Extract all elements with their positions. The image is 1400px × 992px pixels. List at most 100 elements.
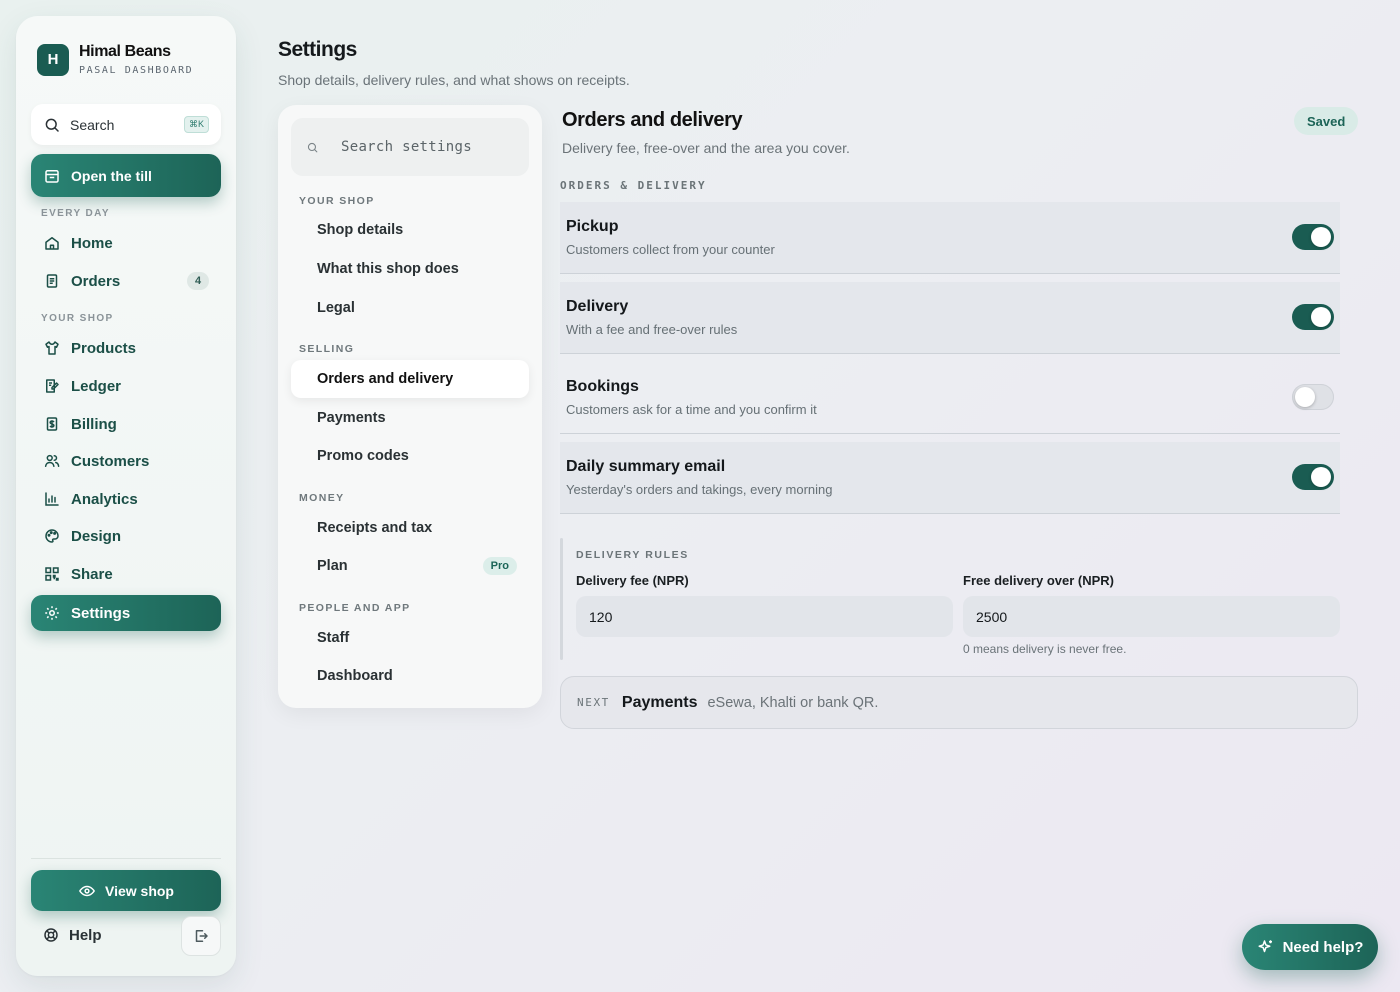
lifebuoy-icon bbox=[42, 926, 60, 944]
receipt-icon bbox=[43, 272, 61, 290]
orders-count-badge: 4 bbox=[187, 272, 209, 290]
toggle-knob bbox=[1311, 307, 1331, 327]
toggle-title: Pickup bbox=[566, 218, 619, 235]
sidebar-item-billing[interactable]: Billing bbox=[31, 406, 221, 442]
toggle-title: Daily summary email bbox=[566, 458, 726, 475]
settings-search-input[interactable]: Search settings bbox=[291, 118, 529, 176]
open-till-button[interactable]: Open the till bbox=[31, 154, 221, 197]
toggle-row-pickup: Pickup Customers collect from your count… bbox=[560, 202, 1340, 274]
settings-nav: Search settings YOUR SHOP Shop details W… bbox=[278, 105, 542, 708]
sidebar-item-settings[interactable]: Settings bbox=[31, 595, 221, 631]
next-title: Payments bbox=[621, 693, 698, 711]
delivery-fee-input[interactable] bbox=[576, 596, 953, 637]
settings-item-label: Staff bbox=[317, 630, 350, 646]
sidebar-item-design[interactable]: Design bbox=[31, 518, 221, 554]
help-link[interactable]: Help bbox=[42, 926, 102, 944]
settings-item-plan[interactable]: Plan Pro bbox=[291, 547, 529, 585]
eye-icon bbox=[78, 882, 96, 900]
sidebar-item-label: Orders bbox=[71, 272, 121, 290]
free-delivery-label: Free delivery over (NPR) bbox=[963, 573, 1115, 588]
sidebar-item-customers[interactable]: Customers bbox=[31, 443, 221, 479]
sparkle-icon bbox=[1257, 938, 1275, 956]
rules-accent-bar bbox=[560, 538, 563, 660]
settings-item-payments[interactable]: Payments bbox=[291, 399, 529, 437]
sidebar-item-home[interactable]: Home bbox=[31, 225, 221, 261]
brand-subtitle: PASAL DASHBOARD bbox=[79, 65, 194, 76]
daily-summary-toggle[interactable] bbox=[1292, 464, 1334, 490]
sidebar-item-label: Customers bbox=[71, 452, 150, 470]
toggle-row-delivery: Delivery With a fee and free-over rules bbox=[560, 282, 1340, 354]
register-icon bbox=[43, 167, 61, 185]
pickup-toggle[interactable] bbox=[1292, 224, 1334, 250]
delivery-toggle[interactable] bbox=[1292, 304, 1334, 330]
status-badge: Saved bbox=[1294, 107, 1359, 135]
settings-item-promo-codes[interactable]: Promo codes bbox=[291, 437, 529, 475]
view-shop-label: View shop bbox=[105, 882, 174, 899]
brand[interactable]: H Himal Beans PASAL DASHBOARD bbox=[37, 43, 193, 76]
settings-item-label: Orders and delivery bbox=[317, 371, 454, 387]
sidebar-item-label: Settings bbox=[71, 604, 131, 622]
toggle-title: Bookings bbox=[566, 378, 639, 395]
toggle-row-daily-summary-email: Daily summary email Yesterday's orders a… bbox=[560, 442, 1340, 514]
settings-item-label: Shop details bbox=[317, 222, 404, 238]
sidebar-search[interactable]: Search ⌘K bbox=[31, 104, 221, 145]
sidebar-item-ledger[interactable]: Ledger bbox=[31, 368, 221, 404]
settings-search-placeholder: Search settings bbox=[341, 139, 472, 155]
shirt-icon bbox=[43, 339, 61, 357]
palette-icon bbox=[43, 527, 61, 545]
next-section-card[interactable]: NEXT Payments eSewa, Khalti or bank QR. bbox=[560, 676, 1358, 729]
need-help-button[interactable]: Need help? bbox=[1242, 924, 1378, 970]
logout-icon bbox=[192, 927, 210, 945]
open-till-label: Open the till bbox=[71, 167, 152, 184]
sidebar-item-products[interactable]: Products bbox=[31, 330, 221, 366]
toggle-description: With a fee and free-over rules bbox=[566, 322, 738, 337]
section-your-shop: YOUR SHOP bbox=[41, 313, 114, 324]
settings-item-label: Promo codes bbox=[317, 448, 409, 464]
settings-item-shop-details[interactable]: Shop details bbox=[291, 211, 529, 249]
settings-item-what-this-shop-does[interactable]: What this shop does bbox=[291, 250, 529, 288]
search-icon bbox=[43, 116, 61, 134]
sidebar-item-share[interactable]: Share bbox=[31, 556, 221, 592]
view-shop-button[interactable]: View shop bbox=[31, 870, 221, 911]
group-label: ORDERS & DELIVERY bbox=[560, 179, 707, 192]
sidebar-item-label: Ledger bbox=[71, 377, 122, 395]
home-icon bbox=[43, 234, 61, 252]
gear-icon bbox=[43, 604, 61, 622]
qr-code-icon bbox=[43, 565, 61, 583]
settings-item-staff[interactable]: Staff bbox=[291, 619, 529, 657]
toggle-description: Yesterday's orders and takings, every mo… bbox=[566, 482, 833, 497]
toggle-knob bbox=[1295, 387, 1315, 407]
pro-badge: Pro bbox=[482, 557, 517, 575]
sidebar-item-label: Share bbox=[71, 565, 113, 583]
sidebar-search-label: Search bbox=[70, 116, 115, 133]
settings-item-legal[interactable]: Legal bbox=[291, 289, 529, 327]
section-every-day: EVERY DAY bbox=[41, 208, 110, 219]
delivery-fee-label: Delivery fee (NPR) bbox=[576, 573, 689, 588]
settings-section-label: PEOPLE AND APP bbox=[299, 602, 411, 614]
brand-name: Himal Beans bbox=[79, 43, 171, 60]
sidebar: H Himal Beans PASAL DASHBOARD Search ⌘K … bbox=[16, 16, 236, 976]
settings-item-orders-and-delivery[interactable]: Orders and delivery bbox=[291, 360, 529, 398]
users-icon bbox=[43, 452, 61, 470]
page-title: Settings bbox=[278, 38, 357, 61]
settings-section-label: YOUR SHOP bbox=[299, 195, 375, 207]
settings-section-label: SELLING bbox=[299, 343, 355, 355]
sidebar-item-analytics[interactable]: Analytics bbox=[31, 481, 221, 517]
toggle-description: Customers collect from your counter bbox=[566, 242, 775, 257]
settings-item-label: Dashboard bbox=[317, 668, 393, 684]
logout-button[interactable] bbox=[181, 916, 221, 956]
page-subtitle: Shop details, delivery rules, and what s… bbox=[278, 72, 630, 88]
delivery-rules-label: DELIVERY RULES bbox=[576, 549, 689, 561]
search-icon bbox=[303, 138, 321, 156]
settings-item-receipts-and-tax[interactable]: Receipts and tax bbox=[291, 509, 529, 547]
sidebar-item-label: Design bbox=[71, 527, 122, 545]
toggle-title: Delivery bbox=[566, 298, 629, 315]
settings-item-dashboard[interactable]: Dashboard bbox=[291, 657, 529, 695]
section-subtitle: Delivery fee, free-over and the area you… bbox=[562, 140, 850, 156]
sidebar-item-orders[interactable]: Orders 4 bbox=[31, 263, 221, 299]
free-delivery-input[interactable] bbox=[963, 596, 1340, 637]
bar-chart-icon bbox=[43, 490, 61, 508]
next-description: eSewa, Khalti or bank QR. bbox=[707, 694, 879, 711]
bookings-toggle[interactable] bbox=[1292, 384, 1334, 410]
toggle-knob bbox=[1311, 467, 1331, 487]
